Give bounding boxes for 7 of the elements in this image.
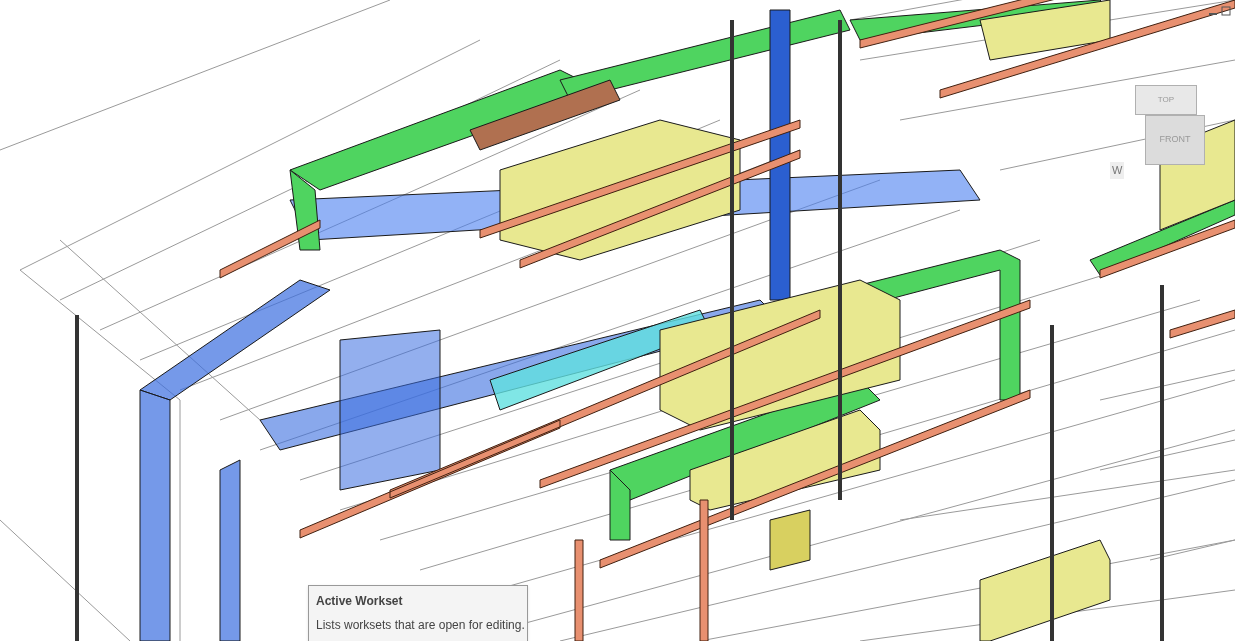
restore-icon[interactable]: [1221, 6, 1231, 16]
view-cube-face-label[interactable]: TOP: [1157, 94, 1175, 106]
compass-label[interactable]: W: [1110, 162, 1125, 179]
model-viewport[interactable]: TOP FRONT W Active Workset Lists worksets that are open for editing.: [0, 0, 1235, 641]
view-cube[interactable]: TOP FRONT W: [1110, 70, 1230, 180]
view-cube-face-label[interactable]: FRONT: [1159, 133, 1191, 147]
tooltip-title: Active Workset: [316, 593, 404, 610]
